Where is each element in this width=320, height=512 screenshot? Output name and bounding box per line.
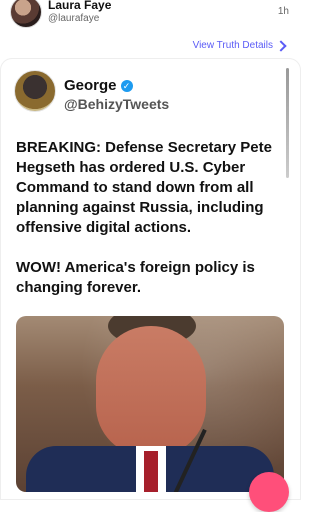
view-details-label: View Truth Details — [192, 40, 273, 51]
post-header: Laura Faye @laurafaye 1h — [0, 0, 301, 30]
image-head — [96, 326, 206, 456]
quoted-author-name: George — [64, 77, 117, 94]
floating-action-button[interactable] — [249, 472, 289, 512]
scrollbar[interactable] — [286, 68, 289, 178]
post-time: 1h — [277, 6, 289, 17]
quoted-author-handle[interactable]: @BehizyTweets — [64, 96, 169, 112]
verified-check-icon: ✓ — [120, 79, 133, 92]
paragraph-2: WOW! America's foreign policy is changin… — [16, 259, 255, 296]
image-tie — [144, 451, 158, 492]
quoted-author-name-row[interactable]: George ✓ — [64, 77, 133, 94]
quoted-post-card[interactable]: George ✓ @BehizyTweets BREAKING: Defense… — [0, 58, 301, 512]
chevron-right-icon — [275, 39, 287, 52]
view-truth-details-link[interactable]: View Truth Details — [192, 39, 287, 52]
author-handle[interactable]: @laurafaye — [48, 13, 99, 24]
quoted-author-avatar[interactable] — [14, 70, 56, 112]
post-text: BREAKING: Defense Secretary Pete Hegseth… — [16, 138, 284, 298]
post-image[interactable] — [16, 316, 284, 492]
paragraph-1: BREAKING: Defense Secretary Pete Hegseth… — [16, 139, 272, 236]
author-name[interactable]: Laura Faye — [48, 0, 111, 12]
author-avatar[interactable] — [10, 0, 42, 28]
